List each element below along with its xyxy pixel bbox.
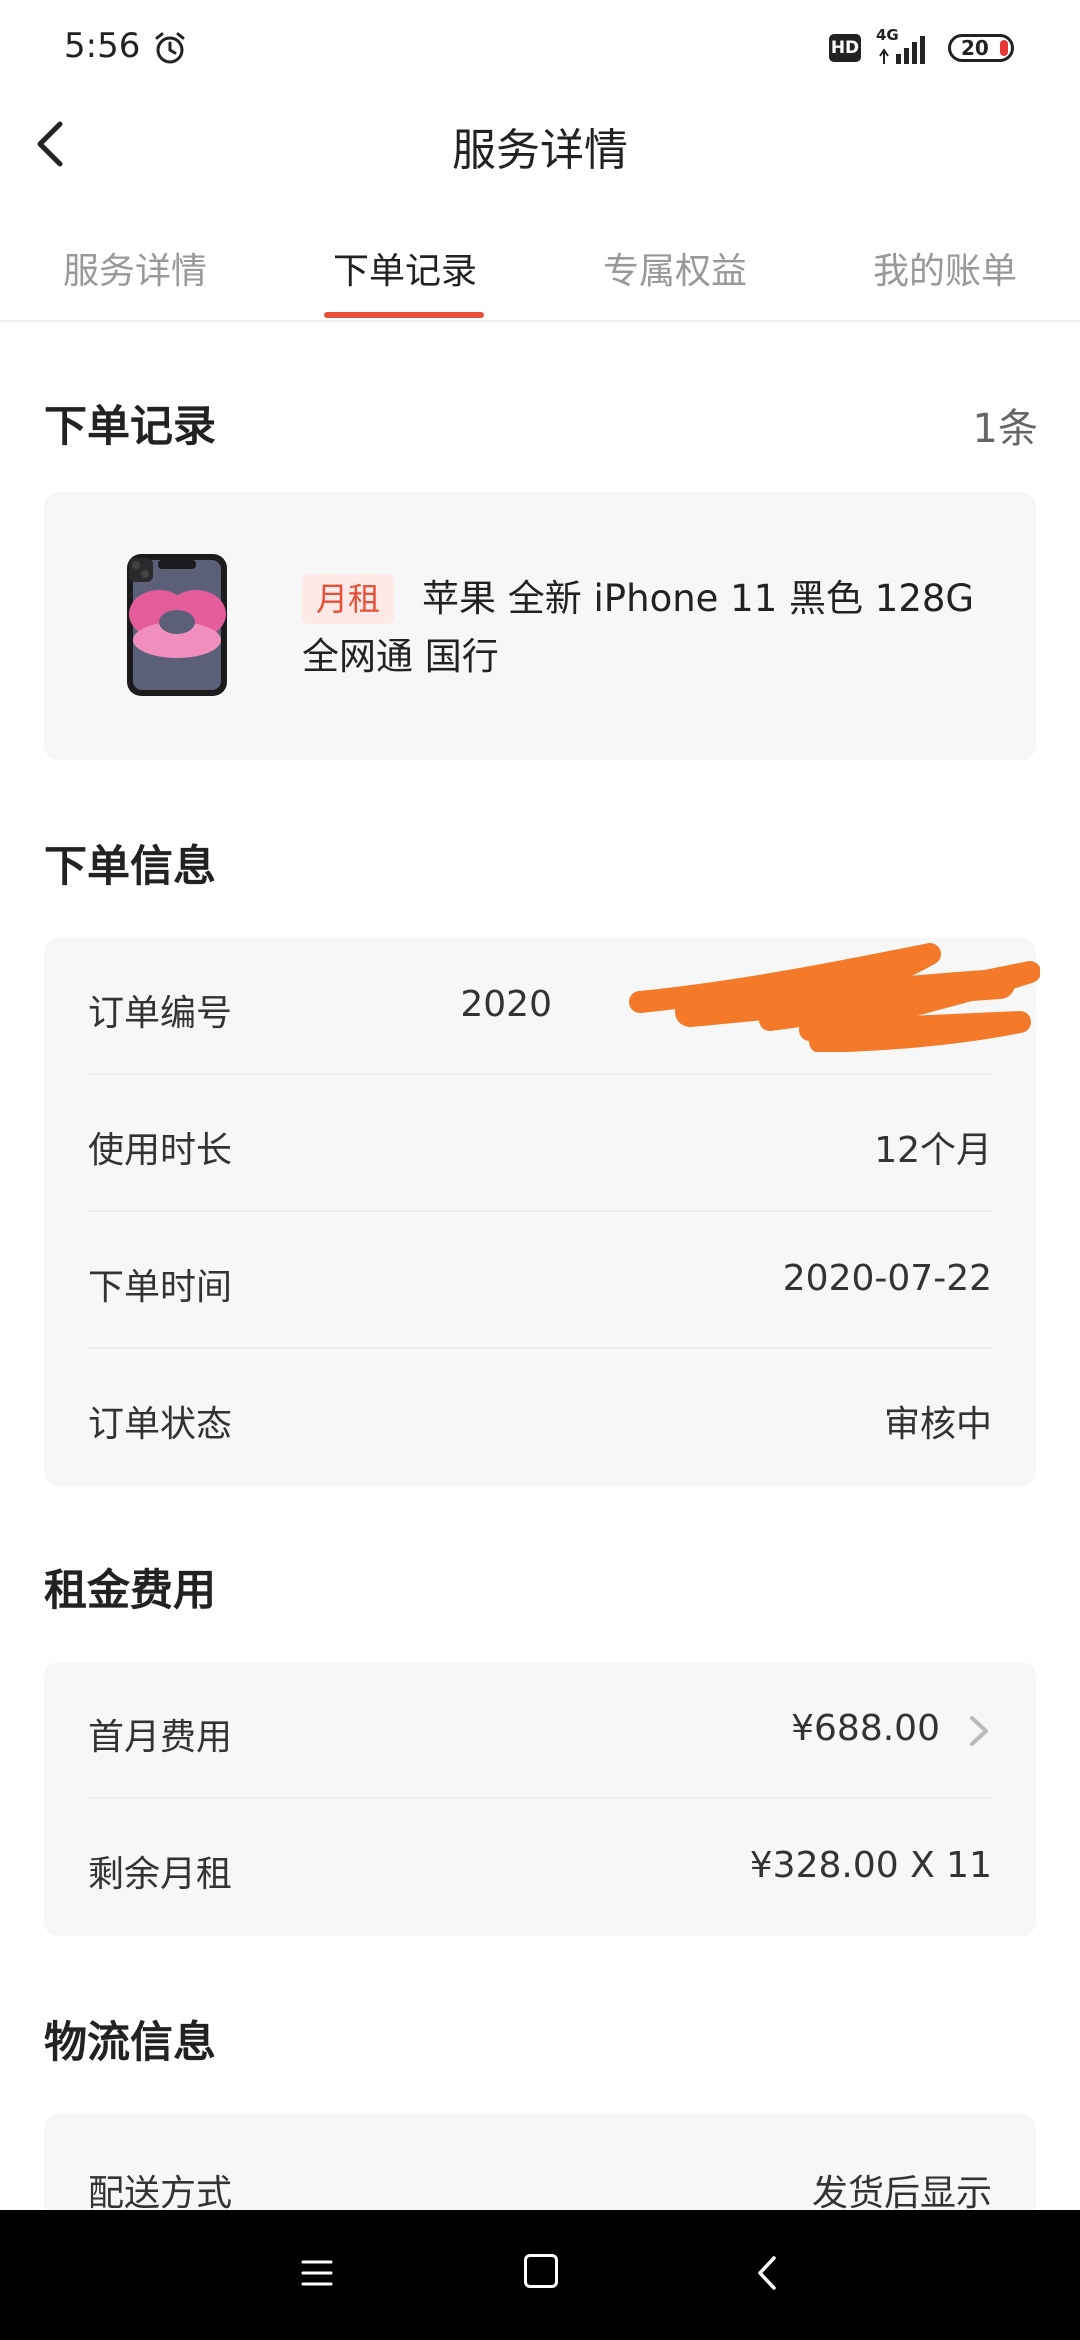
active-tab-indicator <box>324 312 484 318</box>
row-label: 使用时长 <box>88 1130 233 1171</box>
first-month-fee-row[interactable]: 首月费用 ¥688.00 <box>88 1662 992 1799</box>
battery-level: 20 <box>961 36 989 60</box>
row-label: 订单编号 <box>88 993 233 1034</box>
status-bar: 5:56 HD 4G 20 <box>0 0 1080 96</box>
order-number-value: 2020 <box>460 984 552 1025</box>
redaction-scribble <box>629 943 1040 1052</box>
order-date-value: 2020-07-22 <box>782 1258 992 1299</box>
status-time: 5:56 <box>64 26 141 66</box>
logistics-title: 物流信息 <box>44 2018 216 2068</box>
signal-icon: 4G <box>876 26 936 68</box>
row-label: 订单状态 <box>88 1404 233 1445</box>
delivery-method-value: 发货后显示 <box>811 2173 992 2210</box>
alarm-icon <box>155 32 185 64</box>
duration-row: 使用时长 12个月 <box>88 1075 992 1212</box>
tab-exclusive-benefits[interactable]: 专属权益 <box>540 242 810 294</box>
row-label: 配送方式 <box>88 2173 233 2210</box>
tab-bar: 服务详情 下单记录 专属权益 我的账单 <box>0 230 1080 322</box>
battery-icon: 20 <box>948 34 1014 62</box>
rent-fees-title: 租金费用 <box>44 1566 216 1616</box>
delivery-method-row: 配送方式 发货后显示 <box>88 2114 992 2210</box>
product-card[interactable]: 苹果 全新 iPhone 11 黑色 128G 全网通 国行 月租 <box>44 492 1036 760</box>
page-title: 服务详情 <box>452 125 628 176</box>
nav-bar: 服务详情 <box>0 96 1080 192</box>
chevron-right-icon[interactable] <box>966 1712 992 1750</box>
order-records-title: 下单记录 <box>44 402 216 452</box>
order-status-row: 订单状态 审核中 <box>88 1349 992 1486</box>
order-status-value: 审核中 <box>883 1404 992 1445</box>
first-month-fee-value: ¥688.00 <box>791 1708 940 1749</box>
logistics-card: 配送方式 发货后显示 <box>44 2114 1036 2210</box>
row-label: 剩余月租 <box>88 1854 233 1895</box>
tab-order-records[interactable]: 下单记录 <box>270 242 540 294</box>
tab-my-bills[interactable]: 我的账单 <box>810 242 1080 294</box>
tab-service-details[interactable]: 服务详情 <box>0 242 270 294</box>
row-label: 下单时间 <box>88 1267 233 1308</box>
menu-icon[interactable] <box>300 2256 334 2290</box>
hd-icon: HD <box>829 34 861 62</box>
order-info-title: 下单信息 <box>44 842 216 892</box>
record-count: 1条 <box>972 406 1038 452</box>
home-icon[interactable] <box>524 2254 558 2288</box>
remaining-rent-value: ¥328.00 X 11 <box>749 1845 992 1886</box>
rent-type-badge: 月租 <box>302 574 394 624</box>
phone-image <box>127 554 227 696</box>
row-label: 首月费用 <box>88 1717 233 1758</box>
back-nav-icon[interactable] <box>752 2254 782 2292</box>
system-nav-bar <box>0 2210 1080 2340</box>
product-name: 苹果 全新 iPhone 11 黑色 128G 全网通 国行 <box>302 577 975 678</box>
remaining-rent-row: 剩余月租 ¥328.00 X 11 <box>88 1799 992 1936</box>
order-date-row: 下单时间 2020-07-22 <box>88 1212 992 1349</box>
duration-value: 12个月 <box>874 1130 992 1171</box>
rent-fees-card: 首月费用 ¥688.00 剩余月租 ¥328.00 X 11 <box>44 1662 1036 1936</box>
